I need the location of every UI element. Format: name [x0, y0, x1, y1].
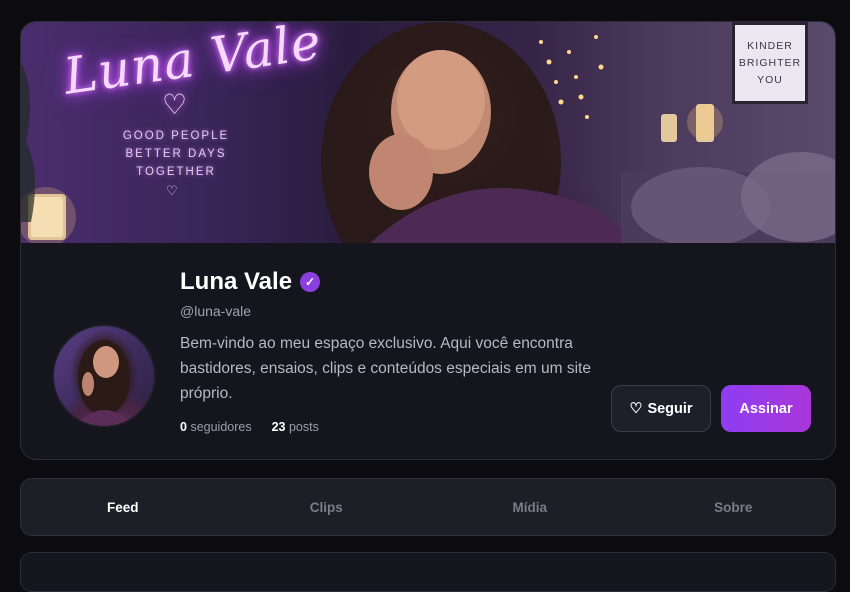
banner-neon-line: TOGETHER [136, 166, 216, 178]
profile-handle: @luna-vale [180, 303, 252, 319]
profile-name-row: Luna Vale ✓ [180, 268, 321, 296]
profile-name: Luna Vale [180, 268, 293, 295]
tab-clips[interactable]: Clips [225, 479, 429, 535]
avatar[interactable] [52, 324, 156, 428]
banner-heart-icon: ♡ [162, 89, 188, 120]
posts-count: 23 [271, 420, 286, 434]
posts-stat[interactable]: 23 posts [272, 420, 319, 434]
poster-line: YOU [757, 73, 783, 86]
follow-button[interactable]: ♡ Seguir [611, 385, 711, 432]
posts-label: posts [288, 420, 319, 434]
tab-media[interactable]: Mídia [428, 479, 632, 535]
followers-label: seguidores [190, 420, 252, 434]
subscribe-button-label: Assinar [739, 400, 793, 417]
follow-button-label: Seguir [647, 400, 693, 417]
feed-card-partial [20, 552, 836, 592]
profile-stats: 0 seguidores 23 posts [180, 420, 319, 434]
profile-bio: Bem-vindo ao meu espaço exclusivo. Aqui … [180, 335, 591, 402]
banner-neon-line: BETTER DAYS [125, 148, 227, 160]
profile-tabs: Feed Clips Mídia Sobre [20, 478, 836, 536]
profile-banner: Luna Vale ♡ GOOD PEOPLE BETTER DAYS TOGE… [21, 22, 835, 243]
followers-count: 0 [180, 420, 187, 434]
avatar-portrait [74, 340, 136, 426]
followers-stat[interactable]: 0 seguidores [180, 420, 252, 434]
banner-small-heart-icon: ♡ [166, 183, 178, 198]
banner-wall-poster: KINDER BRIGHTER YOU [732, 22, 808, 104]
verified-badge-icon: ✓ [300, 272, 321, 292]
banner-neon-line: GOOD PEOPLE [122, 130, 230, 142]
tab-about[interactable]: Sobre [632, 479, 836, 535]
subscribe-button[interactable]: Assinar [721, 385, 811, 432]
profile-card: Luna Vale ♡ GOOD PEOPLE BETTER DAYS TOGE… [20, 21, 836, 460]
heart-icon: ♡ [629, 400, 643, 417]
tab-feed[interactable]: Feed [21, 479, 225, 535]
poster-line: KINDER [747, 39, 793, 52]
poster-line: BRIGHTER [738, 56, 802, 69]
